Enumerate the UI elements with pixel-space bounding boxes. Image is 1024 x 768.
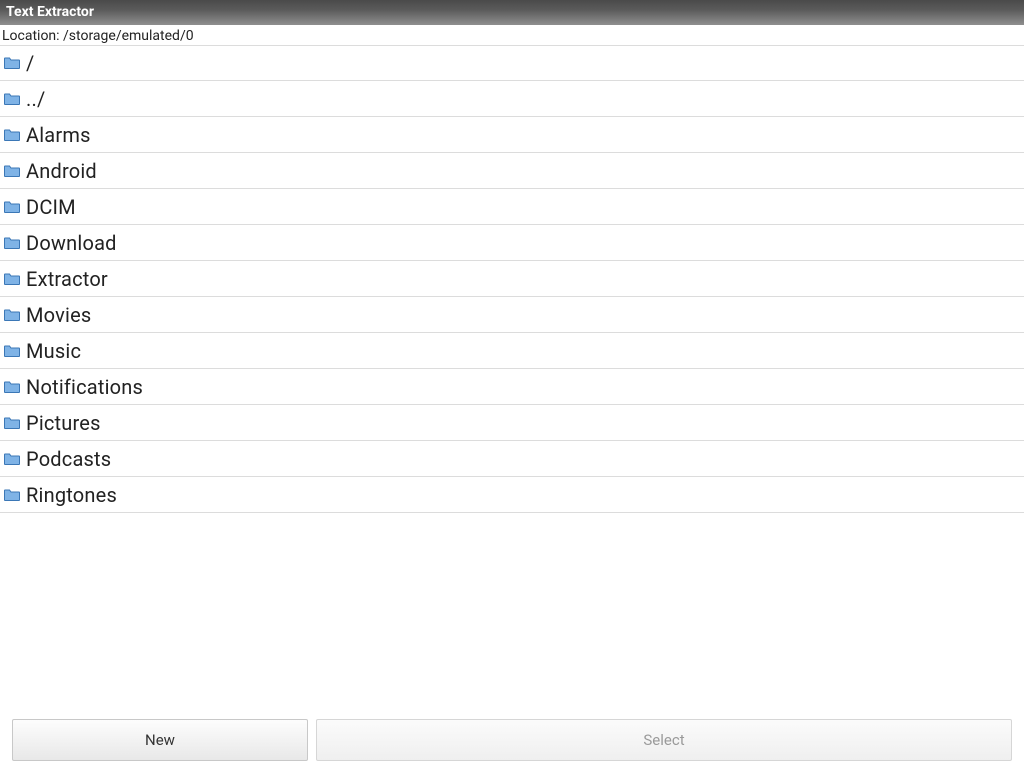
folder-icon	[4, 489, 20, 501]
select-button[interactable]: Select	[316, 719, 1012, 761]
folder-row[interactable]: ../	[0, 81, 1024, 117]
folder-list: / ../ Alarms Android DCIM Download Extra…	[0, 45, 1024, 513]
folder-label: Music	[26, 339, 81, 363]
folder-row[interactable]: Extractor	[0, 261, 1024, 297]
location-prefix: Location:	[2, 28, 63, 44]
folder-row[interactable]: Music	[0, 333, 1024, 369]
folder-label: Pictures	[26, 411, 101, 435]
folder-row[interactable]: Alarms	[0, 117, 1024, 153]
folder-row[interactable]: Notifications	[0, 369, 1024, 405]
folder-icon	[4, 201, 20, 213]
folder-row[interactable]: /	[0, 45, 1024, 81]
folder-label: DCIM	[26, 195, 76, 219]
folder-icon	[4, 309, 20, 321]
folder-label: Extractor	[26, 267, 108, 291]
bottom-bar: New Select	[0, 716, 1024, 768]
folder-row[interactable]: Download	[0, 225, 1024, 261]
folder-icon	[4, 417, 20, 429]
folder-icon	[4, 57, 20, 69]
folder-label: Download	[26, 231, 117, 255]
folder-row[interactable]: Android	[0, 153, 1024, 189]
folder-icon	[4, 453, 20, 465]
folder-icon	[4, 381, 20, 393]
folder-row[interactable]: Podcasts	[0, 441, 1024, 477]
folder-label: Ringtones	[26, 483, 117, 507]
folder-label: Podcasts	[26, 447, 111, 471]
folder-row[interactable]: Movies	[0, 297, 1024, 333]
folder-row[interactable]: Ringtones	[0, 477, 1024, 513]
folder-label: /	[26, 51, 34, 75]
folder-label: Notifications	[26, 375, 143, 399]
folder-icon	[4, 273, 20, 285]
location-path: /storage/emulated/0	[63, 28, 194, 44]
folder-icon	[4, 237, 20, 249]
folder-label: Movies	[26, 303, 91, 327]
folder-row[interactable]: Pictures	[0, 405, 1024, 441]
title-bar: Text Extractor	[0, 0, 1024, 25]
folder-icon	[4, 129, 20, 141]
folder-icon	[4, 93, 20, 105]
location-bar: Location: /storage/emulated/0	[0, 25, 1024, 45]
folder-label: Alarms	[26, 123, 91, 147]
folder-icon	[4, 165, 20, 177]
new-button-label: New	[145, 731, 175, 749]
folder-label: Android	[26, 159, 97, 183]
new-button[interactable]: New	[12, 719, 308, 761]
folder-label: ../	[26, 87, 45, 111]
select-button-label: Select	[643, 731, 684, 749]
folder-row[interactable]: DCIM	[0, 189, 1024, 225]
folder-icon	[4, 345, 20, 357]
app-title: Text Extractor	[6, 4, 94, 20]
